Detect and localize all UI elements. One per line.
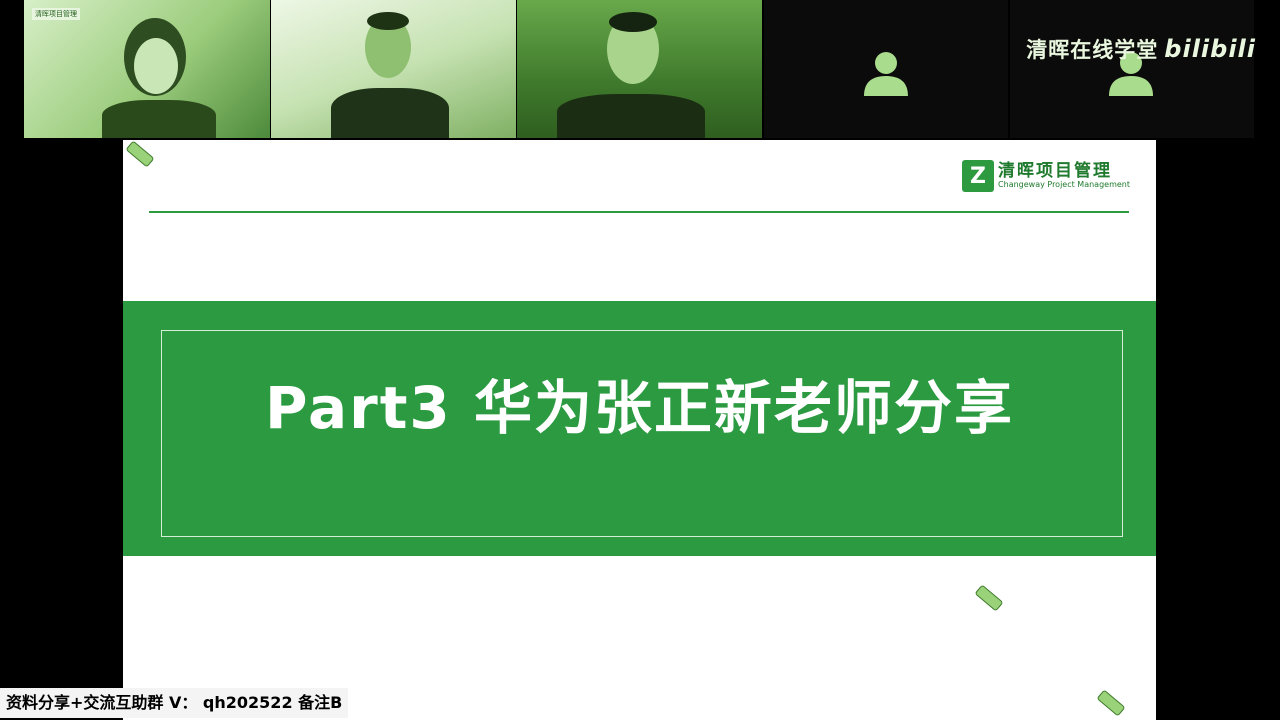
logo-english-name: Changeway Project Management [998, 180, 1130, 189]
channel-watermark: 清晖在线学堂 bilibili [1026, 34, 1256, 64]
channel-name: 清晖在线学堂 [1026, 38, 1159, 62]
presentation-slide: Z 清晖项目管理 Changeway Project Management Pa… [123, 140, 1156, 720]
participant-video-3[interactable] [517, 0, 762, 138]
participant-figure [331, 0, 451, 138]
participant-video-4[interactable] [764, 0, 1008, 138]
bilibili-logo: bilibili [1164, 35, 1256, 63]
header-divider [149, 211, 1129, 213]
participant-video-1[interactable]: 清晖项目管理 [24, 0, 270, 138]
participant-figure [557, 0, 707, 138]
title-band: Part3 华为张正新老师分享 [123, 301, 1156, 556]
logo-mark-icon: Z [962, 160, 995, 192]
logo-chinese-name: 清晖项目管理 [998, 161, 1113, 181]
company-logo: Z 清晖项目管理 Changeway Project Management [962, 160, 1130, 192]
participant-tile-logo: 清晖项目管理 [32, 8, 80, 20]
participant-video-2[interactable] [271, 0, 516, 138]
contact-watermark: 资料分享+交流互助群 V： qh202522 备注B [0, 688, 349, 718]
video-participant-strip: 清晖项目管理 清晖在线学堂 bilibili [0, 0, 1280, 140]
participant-figure [94, 0, 224, 138]
participant-video-5[interactable] [1010, 0, 1254, 138]
slide-title: Part3 华为张正新老师分享 [265, 374, 1014, 442]
person-icon [864, 52, 908, 96]
